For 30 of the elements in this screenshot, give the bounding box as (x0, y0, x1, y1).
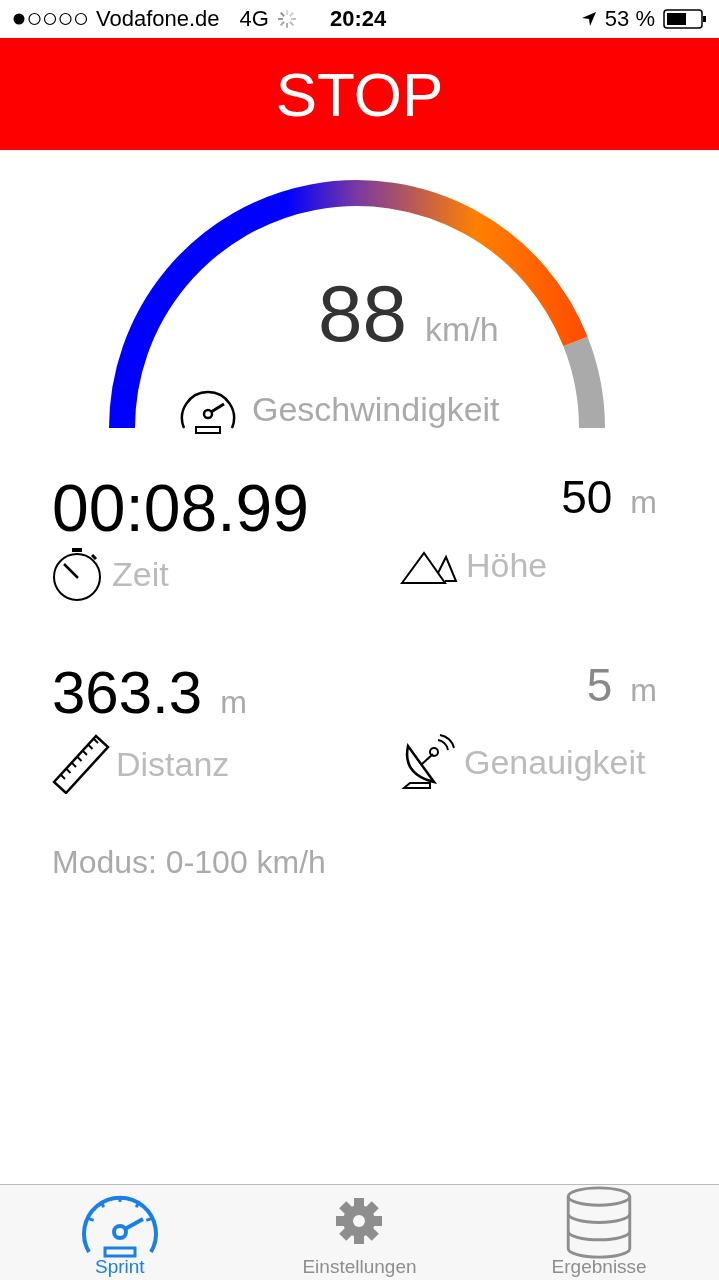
clock-time: 20:24 (330, 6, 387, 32)
tab[interactable]: Ergebnisse (499, 1185, 700, 1280)
metric-label: Genauigkeit (464, 742, 646, 782)
battery-icon (663, 9, 707, 29)
metric-value: 363.3 (52, 658, 203, 727)
metric-unit: m (630, 672, 657, 709)
metric-value: 00:08.99 (52, 470, 309, 546)
speed-label: Geschwindigkeit (252, 389, 500, 429)
stop-button[interactable]: STOP (0, 38, 719, 150)
location-arrow-icon (580, 11, 597, 27)
metric-label: Distanz (116, 744, 230, 784)
metric-unit: m (220, 684, 247, 721)
network-type: 4G (239, 6, 269, 32)
battery-percent: 53 % (604, 6, 655, 32)
metric-value: 50 (561, 470, 613, 524)
speed-value: 88 (318, 268, 407, 360)
metric-value: 5 (586, 658, 613, 712)
metric-label: Höhe (466, 546, 548, 585)
signal-icon (12, 12, 88, 26)
loading-spinner-icon (276, 9, 297, 29)
ruler-icon (52, 734, 110, 794)
metric-label: Zeit (112, 554, 169, 594)
carrier-name: Vodafone.de (96, 6, 220, 32)
tab[interactable]: Einstellungen (259, 1185, 460, 1280)
settings-icon (334, 1196, 385, 1246)
satellite-dish-icon (400, 734, 458, 790)
mode-text: Modus: 0-100 km/h (52, 844, 327, 881)
speed-unit: km/h (425, 310, 499, 349)
metric-unit: m (630, 484, 657, 521)
tab[interactable]: Sprint (19, 1185, 220, 1280)
